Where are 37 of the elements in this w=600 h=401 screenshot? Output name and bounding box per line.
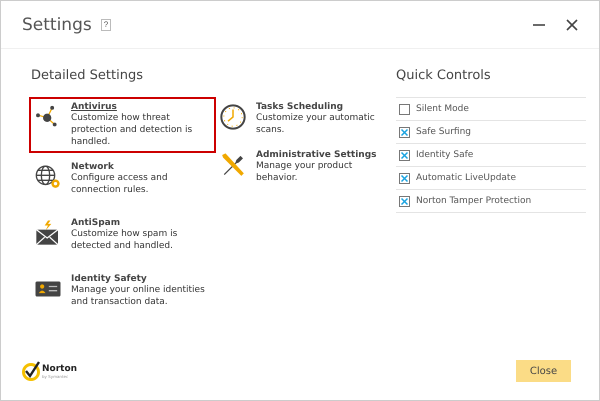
help-button[interactable]: ? — [100, 18, 112, 30]
checkbox-label: Automatic LiveUpdate — [416, 173, 516, 183]
window-title: Settings — [22, 14, 92, 34]
checkbox-label: Safe Surfing — [416, 127, 471, 137]
item-description: Manage your online identities and transaction data. — [71, 284, 206, 308]
item-title: AntiSpam — [71, 218, 122, 228]
item-description: Customize how threat protection and detection is handled. — [71, 112, 194, 148]
item-description: Customize how spam is detected and handled. — [71, 228, 178, 252]
clock-icon — [218, 102, 248, 132]
close-button[interactable]: Close — [516, 360, 571, 382]
settings-item[interactable]: Network Configure access and connection rules. — [29, 157, 216, 201]
item-title: Network — [71, 162, 115, 172]
checkbox-label: Norton Tamper Protection — [416, 196, 532, 206]
item-title: Antivirus — [71, 102, 118, 112]
logo-name: Norton — [42, 364, 78, 374]
checkbox[interactable] — [399, 172, 410, 184]
item-description: Manage your product behavior. — [256, 160, 354, 184]
checkbox[interactable] — [399, 104, 410, 114]
checkbox[interactable] — [399, 126, 410, 138]
checkmark-icon — [21, 361, 41, 381]
checkbox-label: Identity Safe — [416, 150, 474, 160]
checkbox[interactable] — [399, 196, 410, 206]
settings-item[interactable]: Administrative Settings Manage your product behavior. — [214, 145, 381, 189]
item-title: Administrative Settings — [256, 150, 377, 160]
item-description: Customize your automatic scans. — [256, 112, 376, 136]
checkbox[interactable] — [399, 150, 410, 160]
settings-item[interactable]: Antivirus Customize how threat protection and detection is handled. — [29, 97, 216, 153]
item-title: Tasks Scheduling — [256, 102, 344, 112]
section-heading: Detailed Settings — [31, 68, 144, 83]
checkbox-label: Silent Mode — [416, 104, 469, 114]
section-heading: Quick Controls — [396, 68, 492, 83]
item-description: Configure access and connection rules. — [71, 172, 169, 196]
close-icon[interactable] — [565, 18, 579, 32]
item-title: Identity Safety — [71, 274, 148, 284]
settings-item[interactable]: Tasks Scheduling Customize your automatic scans. — [214, 97, 381, 141]
settings-item[interactable]: AntiSpam Customize how spam is detected and handled. — [29, 213, 216, 257]
settings-item[interactable]: Identity Safety Manage your online identities and transaction data. — [29, 269, 216, 313]
